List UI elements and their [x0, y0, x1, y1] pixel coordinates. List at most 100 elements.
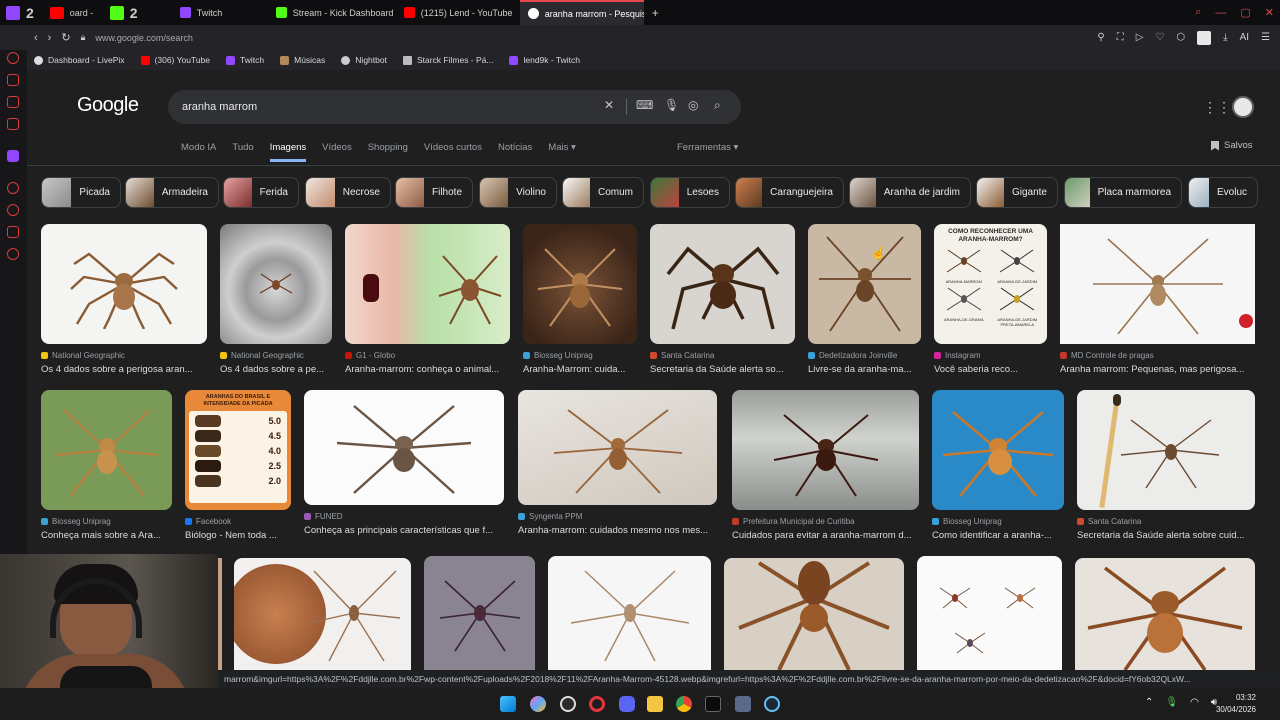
tab-kick-dashboard[interactable]: Stream - Kick Dashboard	[268, 0, 396, 25]
microphone-icon[interactable]: 🎙︎	[664, 98, 679, 112]
chip-caranguejeira[interactable]: Caranguejeira	[735, 177, 844, 208]
steam-icon[interactable]	[764, 696, 780, 712]
extensions-sidebar-icon[interactable]	[7, 226, 19, 238]
image-result[interactable]: Biosseg Uniprag Como identificar a aranh…	[932, 390, 1064, 541]
file-explorer-icon[interactable]	[647, 696, 663, 712]
bookmark-musicas[interactable]: Músicas	[280, 55, 325, 65]
chip-placa-marmorea[interactable]: Placa marmorea	[1064, 177, 1182, 208]
result-title[interactable]: Os 4 dados sobre a pe...	[220, 364, 332, 375]
tab-mais[interactable]: Mais ▾	[548, 142, 575, 162]
whatsapp-icon[interactable]	[7, 118, 19, 130]
keyboard-icon[interactable]: ⌨	[636, 98, 653, 112]
pin-icon[interactable]: ⚲	[1097, 32, 1104, 43]
result-title[interactable]: Conheça as principais características qu…	[304, 525, 504, 536]
player-icon[interactable]	[7, 182, 19, 194]
tab-tudo[interactable]: Tudo	[232, 142, 253, 162]
image-result[interactable]	[917, 556, 1062, 670]
windows-start-icon[interactable]	[500, 696, 516, 712]
url-field[interactable]: www.google.com/search	[95, 33, 193, 43]
result-title[interactable]: Conheça mais sobre a Ara...	[41, 530, 172, 541]
result-title[interactable]: Aranha-marrom: conheça o animal...	[345, 364, 510, 375]
image-result[interactable]: Biosseg Uniprag Aranha-Marrom: cuida...	[523, 224, 637, 375]
image-result[interactable]: National Geographic Os 4 dados sobre a p…	[220, 224, 332, 375]
system-clock[interactable]: 03:32 30/04/2026	[1216, 692, 1256, 716]
bookmark-youtube[interactable]: (306) YouTube	[140, 55, 210, 65]
tab-imagens[interactable]: Imagens	[269, 142, 307, 162]
image-result[interactable]	[1075, 558, 1255, 670]
ai-button[interactable]: AI	[1240, 32, 1249, 43]
reload-icon[interactable]: ↻	[61, 31, 70, 44]
play-icon[interactable]: ▷	[1136, 32, 1144, 43]
result-title[interactable]: Aranha-Marrom: cuida...	[523, 364, 637, 375]
forward-icon[interactable]: ›	[48, 32, 52, 44]
result-title[interactable]: Aranha marrom: Pequenas, mas perigosa...	[1060, 364, 1255, 375]
tab-twitch[interactable]: Twitch	[150, 0, 268, 25]
image-result[interactable]: ARANHAS DO BRASIL E INTENSIDADE DA PICAD…	[185, 390, 291, 541]
lens-icon[interactable]: ◎	[688, 98, 698, 112]
wifi-icon[interactable]: ◠	[1190, 697, 1199, 708]
bookmark-nightbot[interactable]: Nightbot	[341, 55, 387, 65]
maximize-icon[interactable]: ▢	[1240, 6, 1250, 19]
chip-necrose[interactable]: Necrose	[305, 177, 391, 208]
settings-icon[interactable]	[7, 248, 19, 260]
back-icon[interactable]: ‹	[34, 32, 38, 44]
image-result[interactable]: Santa Catarina Secretaria da Saúde alert…	[650, 224, 795, 375]
minimize-icon[interactable]: —	[1215, 7, 1226, 19]
chip-ferida[interactable]: Ferida	[223, 177, 299, 208]
tab-noticias[interactable]: Notícias	[498, 142, 532, 162]
close-icon[interactable]: ✕	[1265, 6, 1274, 19]
tab-kick[interactable]: 2	[102, 0, 150, 25]
messenger-icon[interactable]	[7, 96, 19, 108]
result-title[interactable]: Biólogo - Nem toda ...	[185, 530, 291, 541]
bookmark-twitch[interactable]: Twitch	[226, 55, 264, 65]
result-title[interactable]: Secretaria da Saúde alerta sobre cuid...	[1077, 530, 1255, 541]
image-result[interactable]: National Geographic Os 4 dados sobre a p…	[41, 224, 207, 375]
discord-icon[interactable]	[619, 696, 635, 712]
image-result[interactable]	[724, 558, 904, 670]
terminal-icon[interactable]	[705, 696, 721, 712]
image-result[interactable]: Prefeitura Municipal de Curitiba Cuidado…	[732, 390, 919, 541]
chrome-icon[interactable]	[676, 696, 692, 712]
tab-youtube-lend[interactable]: (1215) Lend - YouTube	[396, 0, 520, 25]
menu-icon[interactable]: ☰	[1261, 32, 1270, 43]
app-icon[interactable]	[735, 696, 751, 712]
image-result[interactable]: MD Controle de pragas Aranha marrom: Peq…	[1060, 224, 1255, 375]
chip-evolucao[interactable]: Evoluc	[1188, 177, 1258, 208]
image-result[interactable]: G1 - Globo Aranha-marrom: conheça o anim…	[345, 224, 510, 375]
image-result[interactable]: Santa Catarina Secretaria da Saúde alert…	[1077, 390, 1255, 541]
bookmark-lend9k-twitch[interactable]: lend9k - Twitch	[509, 55, 580, 65]
result-title[interactable]: Como identificar a aranha-...	[932, 530, 1064, 541]
tab-livepix-dashboard[interactable]: oard -	[42, 0, 102, 25]
heart-icon[interactable]: ♡	[1155, 32, 1164, 43]
profile-square-icon[interactable]	[1197, 30, 1212, 45]
image-result[interactable]: ☝ Dedetizadora Joinville Livre-se da ara…	[808, 224, 921, 375]
tab-shopping[interactable]: Shopping	[368, 142, 408, 162]
bookmark-starck-filmes[interactable]: Starck Filmes - Pá...	[402, 55, 493, 65]
chip-picada[interactable]: Picada	[41, 177, 121, 208]
chip-aranha-de-jardim[interactable]: Aranha de jardim	[849, 177, 971, 208]
copilot-icon[interactable]	[530, 696, 546, 712]
image-result[interactable]: Syngenta PPM Aranha-marrom: cuidados mes…	[518, 390, 717, 536]
chip-armadeira[interactable]: Armadeira	[125, 177, 219, 208]
tab-videos-curtos[interactable]: Vídeos curtos	[424, 142, 482, 162]
result-title[interactable]: Os 4 dados sobre a perigosa aran...	[41, 364, 207, 375]
image-result[interactable]	[234, 558, 411, 670]
bookmark-livepix[interactable]: Dashboard - LivePix	[34, 55, 125, 65]
tab-modo-ia[interactable]: Modo IA	[181, 142, 216, 162]
tab-twitch-pinned[interactable]: 2	[0, 0, 42, 25]
image-result[interactable]: Biosseg Uniprag Conheça mais sobre a Ara…	[41, 390, 172, 541]
speed-dial-icon[interactable]	[7, 52, 19, 64]
result-title[interactable]: Livre-se da aranha-ma...	[808, 364, 921, 375]
opera-gx-icon[interactable]	[589, 696, 605, 712]
image-result[interactable]	[548, 556, 711, 670]
chevron-up-icon[interactable]: ⌃	[1145, 697, 1153, 708]
google-logo[interactable]: Google	[77, 94, 139, 117]
result-title[interactable]: Secretaria da Saúde alerta so...	[650, 364, 795, 375]
clear-icon[interactable]: ✕	[604, 98, 614, 112]
obs-icon[interactable]	[560, 696, 576, 712]
chip-lesoes[interactable]: Lesoes	[650, 177, 730, 208]
search-input[interactable]: aranha marrom ✕ ⌨ 🎙︎ ◎ ⌕	[168, 90, 741, 124]
tab-google-search[interactable]: aranha marrom - Pesquisa	[519, 0, 644, 25]
result-title[interactable]: Você saberia reco...	[934, 364, 1047, 375]
image-result[interactable]: FUNED Conheça as principais característi…	[304, 390, 504, 536]
